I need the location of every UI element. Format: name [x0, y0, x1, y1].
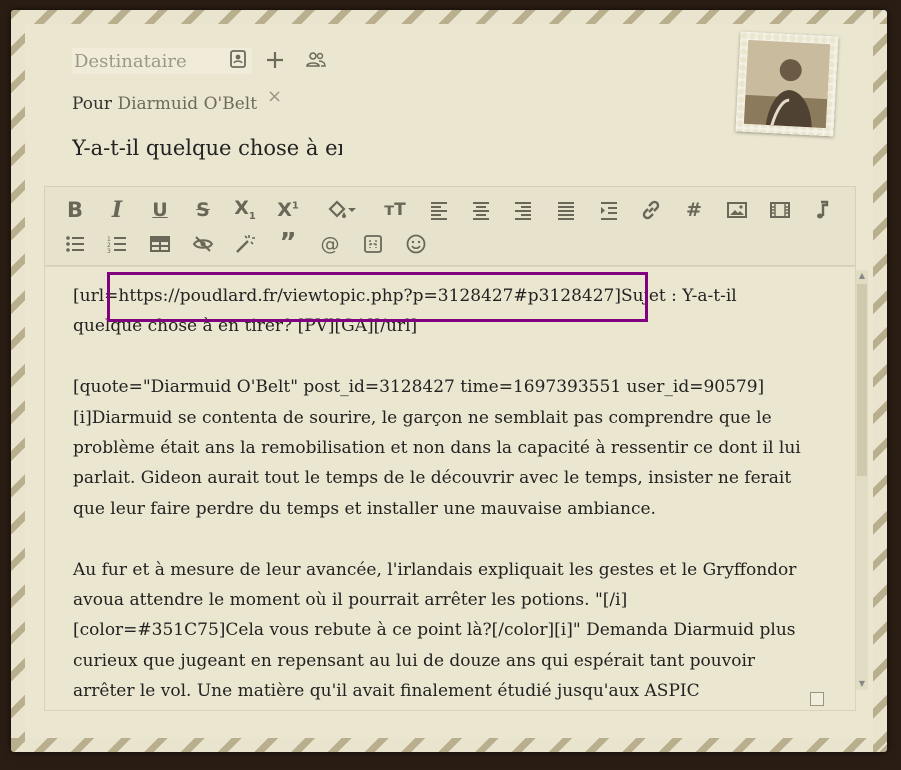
scroll-thumb[interactable] — [857, 284, 867, 476]
subject-input[interactable] — [72, 132, 342, 164]
message-editor[interactable]: [url=https://poudlard.fr/viewtopic.php?p… — [44, 266, 856, 711]
strikethrough-icon[interactable]: S — [188, 195, 218, 225]
image-icon[interactable] — [722, 195, 752, 225]
group-icon[interactable] — [304, 50, 328, 74]
svg-text:3: 3 — [107, 248, 111, 255]
hashtag-icon[interactable]: # — [679, 195, 709, 225]
formatting-toolbar: B I U S X1 X1 тT # 123 ” @ — [44, 186, 856, 266]
remove-recipient-icon[interactable]: × — [267, 86, 282, 107]
recipient-input[interactable] — [72, 48, 252, 74]
editor-scrollbar[interactable]: ▲ ▼ — [856, 270, 868, 690]
video-icon[interactable] — [765, 195, 795, 225]
align-center-icon[interactable] — [466, 195, 496, 225]
mention-icon[interactable]: @ — [315, 229, 345, 259]
bold-icon[interactable]: B — [60, 195, 90, 225]
bullet-list-icon[interactable] — [60, 229, 90, 259]
recipient-line: Pour Diarmuid O'Belt — [72, 94, 257, 114]
add-recipient-icon[interactable] — [264, 49, 286, 75]
fill-color-icon[interactable] — [321, 195, 361, 225]
magic-wand-icon[interactable] — [230, 229, 260, 259]
align-right-icon[interactable] — [508, 195, 538, 225]
numbered-list-icon[interactable]: 123 — [102, 229, 132, 259]
music-icon[interactable] — [807, 195, 837, 225]
scroll-up-icon[interactable]: ▲ — [856, 270, 868, 282]
recipient-name: Diarmuid O'Belt — [117, 94, 258, 114]
table-icon[interactable] — [145, 229, 175, 259]
avatar-stamp — [735, 31, 839, 137]
italic-icon[interactable]: I — [102, 195, 132, 225]
link-icon[interactable] — [636, 195, 666, 225]
superscript-icon[interactable]: X1 — [273, 195, 303, 225]
quote-icon[interactable]: ” — [273, 229, 303, 259]
underline-icon[interactable]: U — [145, 195, 175, 225]
scroll-down-icon[interactable]: ▼ — [856, 678, 868, 690]
align-justify-icon[interactable] — [551, 195, 581, 225]
font-size-icon[interactable]: тT — [380, 195, 410, 225]
indent-icon[interactable] — [594, 195, 624, 225]
resize-handle-icon[interactable] — [810, 692, 824, 706]
hide-icon[interactable] — [188, 229, 218, 259]
subscript-icon[interactable]: X1 — [230, 195, 260, 225]
code-icon[interactable] — [358, 229, 388, 259]
emoji-icon[interactable] — [401, 229, 431, 259]
avatar — [743, 39, 831, 129]
align-left-icon[interactable] — [424, 195, 454, 225]
contact-book-icon[interactable] — [228, 49, 248, 73]
pour-label: Pour — [72, 94, 113, 114]
message-body[interactable]: [url=https://poudlard.fr/viewtopic.php?p… — [73, 281, 801, 707]
